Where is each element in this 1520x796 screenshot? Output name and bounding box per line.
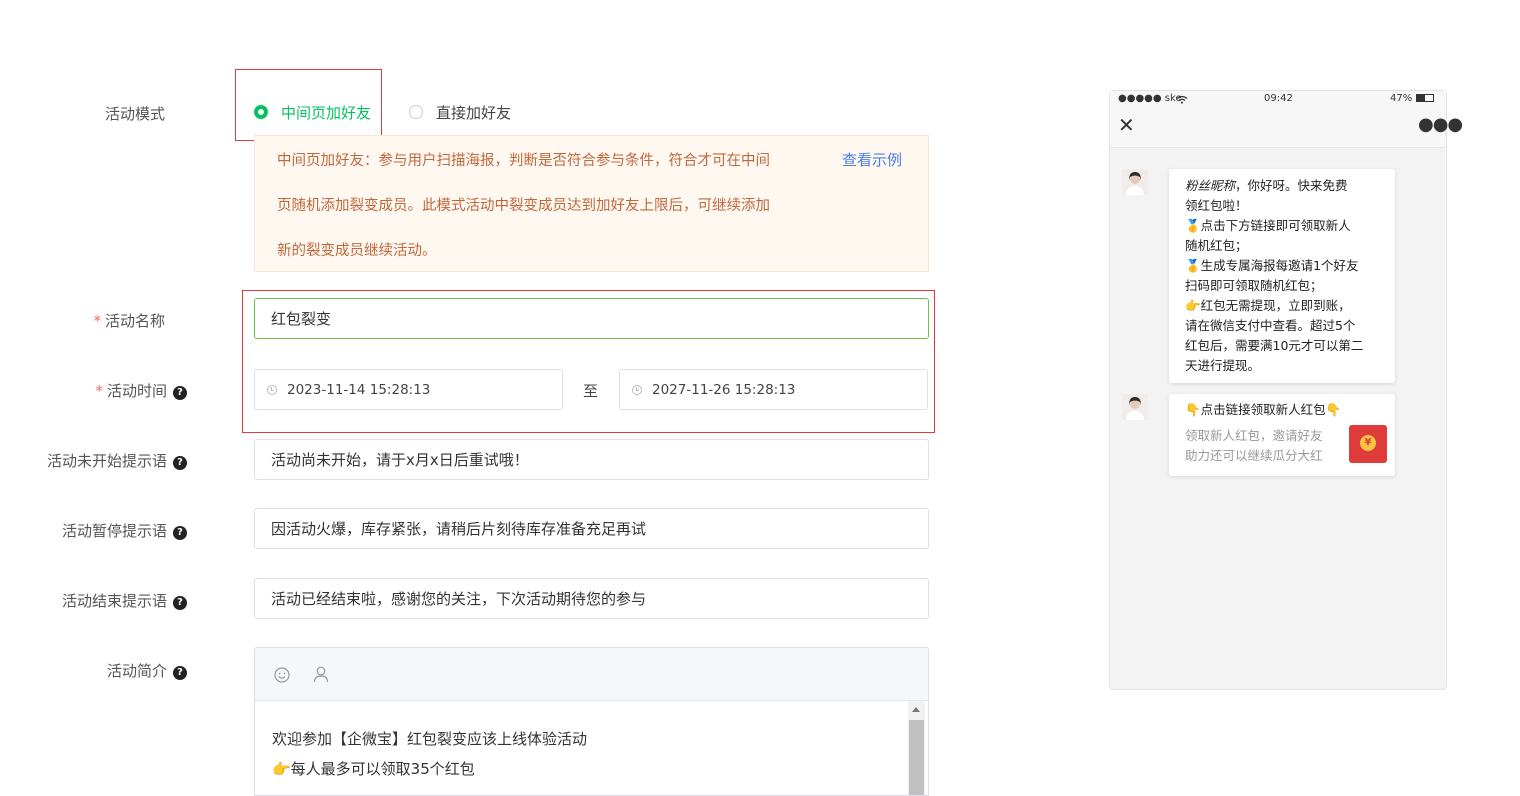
name-input[interactable]: 红包裂变 [254, 298, 929, 339]
mode-radio-direct[interactable] [409, 105, 423, 119]
mode-hint-line: 新的裂变成员继续活动。 [277, 243, 437, 259]
help-icon[interactable]: ? [173, 666, 187, 680]
time-label: * 活动时间? [0, 380, 187, 401]
redpack-link-card[interactable]: 👇点击链接领取新人红包👇 领取新人红包，邀请好友 助力还可以继续瓜分大红 ¥ [1169, 394, 1395, 476]
required-mark: * [93, 312, 101, 330]
intro-editor[interactable]: 欢迎参加【企微宝】红包裂变应该上线体验活动 👉每人最多可以领取35个红包 [254, 647, 929, 796]
required-mark: * [95, 382, 103, 400]
mode-label: 活动模式 [104, 105, 165, 123]
radio-unchecked-icon [409, 105, 423, 119]
start-time-input[interactable]: 2023-11-14 15:28:13 [254, 369, 563, 410]
ended-input[interactable]: 活动已经结束啦，感谢您的关注，下次活动期待您的参与 [254, 578, 929, 619]
paused-input[interactable]: 因活动火爆，库存紧张，请稍后片刻待库存准备充足再试 [254, 508, 929, 549]
view-example-link[interactable]: 查看示例 [842, 149, 902, 170]
help-icon[interactable]: ? [173, 596, 187, 610]
status-time: 09:42 [1264, 93, 1293, 104]
end-time-value: 2027-11-26 15:28:13 [652, 381, 796, 398]
intro-line: 👉每人最多可以领取35个红包 [272, 760, 475, 778]
editor-toolbar [255, 648, 928, 701]
scroll-thumb[interactable] [909, 720, 924, 795]
mode-option-direct-label[interactable]: 直接加好友 [436, 102, 511, 123]
clock-icon [267, 384, 277, 395]
clock-icon [632, 384, 642, 395]
ended-value: 活动已经结束啦，感谢您的关注，下次活动期待您的参与 [271, 590, 647, 608]
mode-hint-line: 中间页加好友：参与用户扫描海报，判断是否符合参与条件，符合才可在中间 [277, 153, 770, 169]
close-icon[interactable]: ✕ [1118, 115, 1135, 135]
not-started-input[interactable]: 活动尚未开始，请于x月x日后重试哦！ [254, 439, 929, 480]
time-separator: 至 [583, 382, 599, 400]
help-icon[interactable]: ? [173, 386, 187, 400]
scroll-up-arrow-icon[interactable] [912, 707, 920, 712]
card-desc-line: 领取新人红包，邀请好友 [1185, 428, 1323, 443]
mode-hint-line: 页随机添加裂变成员。此模式活动中裂变成员达到加好友上限后，可继续添加 [277, 198, 770, 214]
emoji-icon[interactable] [274, 667, 290, 683]
more-icon[interactable]: ●●● [1418, 116, 1463, 134]
avatar [1122, 169, 1148, 195]
mode-option-middle-label[interactable]: 中间页加好友 [281, 102, 371, 123]
battery-text: 47% [1390, 93, 1413, 104]
fan-nickname: 粉丝昵称 [1185, 178, 1236, 193]
help-icon[interactable]: ? [173, 526, 187, 540]
wifi-icon [1176, 95, 1188, 104]
carrier-text: ●●●●● ske [1118, 93, 1182, 104]
paused-label: 活动暂停提示语? [0, 520, 187, 541]
not-started-label: 活动未开始提示语? [0, 450, 187, 471]
phone-preview: ●●●●● ske 09:42 47% ✕ ●●● 粉丝昵称，你好呀。快来免费 … [1109, 90, 1463, 690]
avatar [1122, 394, 1148, 420]
not-started-value: 活动尚未开始，请于x月x日后重试哦！ [271, 451, 529, 469]
user-icon[interactable] [313, 666, 329, 683]
paused-value: 因活动火爆，库存紧张，请稍后片刻待库存准备充足再试 [271, 520, 647, 538]
card-title: 👇点击链接领取新人红包👇 [1185, 402, 1342, 417]
card-desc-line: 助力还可以继续瓜分大红 [1185, 448, 1323, 463]
intro-label: 活动简介? [0, 660, 187, 681]
battery-icon [1416, 94, 1434, 102]
intro-line: 欢迎参加【企微宝】红包裂变应该上线体验活动 [272, 730, 588, 748]
start-time-value: 2023-11-14 15:28:13 [287, 381, 431, 398]
name-input-value: 红包裂变 [271, 310, 332, 328]
editor-scrollbar[interactable] [908, 701, 925, 795]
help-icon[interactable]: ? [173, 456, 187, 470]
end-time-input[interactable]: 2027-11-26 15:28:13 [619, 369, 928, 410]
mode-radio-middle[interactable] [254, 105, 268, 119]
redpack-icon: ¥ [1349, 425, 1387, 463]
ended-label: 活动结束提示语? [0, 590, 187, 611]
name-label: * 活动名称 [93, 312, 165, 330]
radio-checked-icon [254, 105, 268, 119]
message-bubble: 粉丝昵称，你好呀。快来免费 领红包啦！ 🥇点击下方链接即可领取新人 随机红包； … [1169, 169, 1395, 383]
